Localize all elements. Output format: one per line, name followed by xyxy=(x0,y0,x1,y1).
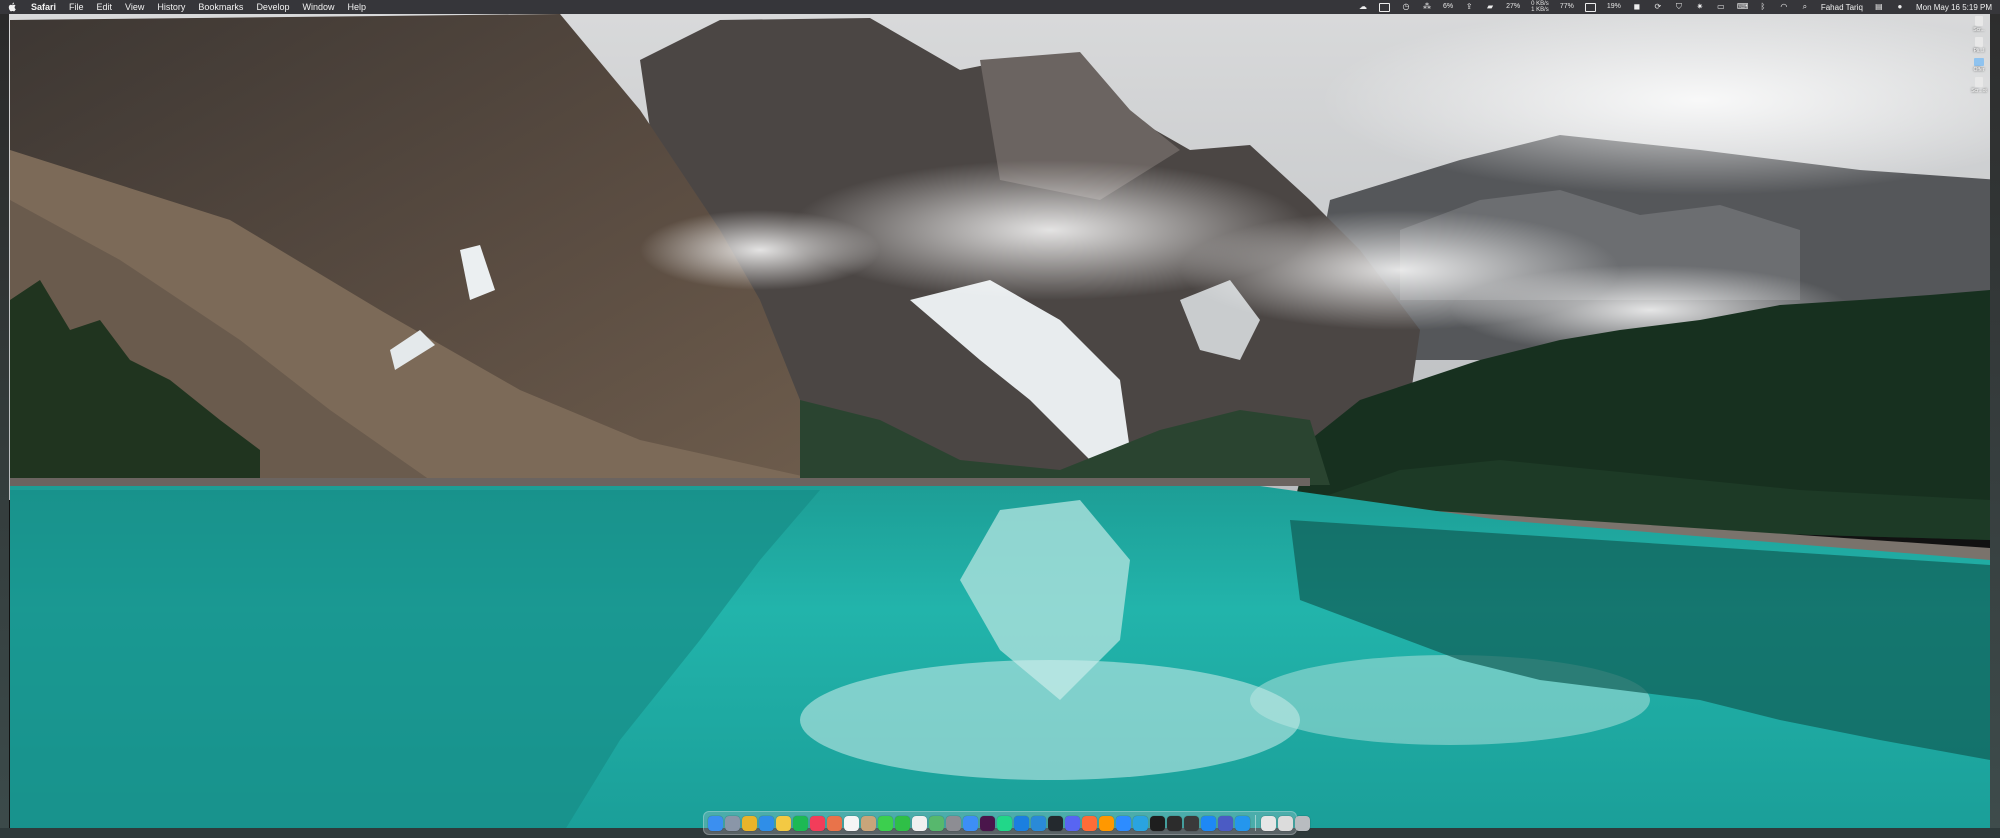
memory-stat[interactable]: 27% xyxy=(1506,3,1521,10)
dock xyxy=(703,811,1310,835)
desktop-file-label: Pli...l xyxy=(1973,48,1985,54)
desktop-file-label: Offer xyxy=(1973,67,1985,73)
memory-value: 27% xyxy=(1506,3,1521,10)
document-icon xyxy=(1975,37,1983,47)
telegram-icon[interactable] xyxy=(1133,815,1148,831)
menu-file[interactable]: File xyxy=(69,2,84,12)
menu-bar-status-area: ☁ ◷ ⁂ 6% ⇪ ▰ 27% 0 KB/s 1 KB/s 77% 19% ◼… xyxy=(1358,1,1992,13)
iterm-icon[interactable] xyxy=(1167,815,1182,831)
desktop-icons: Scr... Pli...l Offer Scr...ot xyxy=(1964,16,1994,94)
desktop-file-screenshot-2[interactable]: Scr...ot xyxy=(1964,77,1994,94)
calendar-icon[interactable] xyxy=(844,815,859,831)
docker-icon[interactable] xyxy=(1235,815,1250,831)
trash-icon[interactable] xyxy=(1295,815,1310,831)
desktop-file-label: Scr...ot xyxy=(1971,88,1987,94)
xcode-icon[interactable] xyxy=(1014,815,1029,831)
postman-icon[interactable] xyxy=(1082,815,1097,831)
photos-icon[interactable] xyxy=(827,815,842,831)
menu-view[interactable]: View xyxy=(125,2,144,12)
slack-icon[interactable] xyxy=(980,815,995,831)
documents-stack-icon[interactable] xyxy=(1278,815,1293,831)
siri-icon[interactable]: ● xyxy=(1895,3,1905,11)
messages-icon[interactable] xyxy=(878,815,893,831)
github-icon[interactable] xyxy=(1048,815,1063,831)
menu-history[interactable]: History xyxy=(157,2,185,12)
terminal-icon[interactable] xyxy=(1150,815,1165,831)
disk-value: 77% xyxy=(1559,3,1574,10)
chrome-icon[interactable] xyxy=(742,815,757,831)
control-center-icon[interactable]: ▤ xyxy=(1874,3,1884,11)
display-icon[interactable]: ▭ xyxy=(1716,3,1726,11)
finder-icon[interactable] xyxy=(708,815,723,831)
sync-icon[interactable]: ⟳ xyxy=(1653,3,1663,11)
pycharm-icon[interactable] xyxy=(997,815,1012,831)
desktop-file-label: Scr... xyxy=(1973,27,1985,33)
appstore-icon[interactable] xyxy=(1201,815,1216,831)
time-machine-icon[interactable]: ◷ xyxy=(1401,3,1411,11)
menu-bookmarks[interactable]: Bookmarks xyxy=(198,2,243,12)
settings-icon[interactable] xyxy=(946,815,961,831)
safari-icon[interactable] xyxy=(759,815,774,831)
downloads-stack-icon[interactable] xyxy=(1261,815,1276,831)
menu-window[interactable]: Window xyxy=(302,2,334,12)
apple-menu-icon[interactable] xyxy=(8,2,17,12)
desktop-folder-offer[interactable]: Offer xyxy=(1964,58,1994,73)
bluetooth-icon[interactable]: ᛒ xyxy=(1758,3,1768,11)
window-frame-left xyxy=(0,14,9,838)
notes-icon[interactable] xyxy=(776,815,791,831)
menu-app-name[interactable]: Safari xyxy=(31,2,56,12)
facetime-icon[interactable] xyxy=(895,815,910,831)
chat-icon[interactable]: ▰ xyxy=(1485,3,1495,11)
launchpad-icon[interactable] xyxy=(725,815,740,831)
cpu-usage-stat[interactable]: 6% xyxy=(1442,3,1454,10)
spotify-icon[interactable] xyxy=(793,815,808,831)
menu-bar: Safari File Edit View History Bookmarks … xyxy=(0,0,2000,14)
menu-clock[interactable]: Mon May 16 5:19 PM xyxy=(1916,3,1992,12)
menu-help[interactable]: Help xyxy=(347,2,366,12)
window-frame-right xyxy=(1990,14,2000,838)
discord-icon[interactable] xyxy=(1065,815,1080,831)
menu-bar-left: Safari File Edit View History Bookmarks … xyxy=(8,2,379,12)
reminders-icon[interactable] xyxy=(912,815,927,831)
battery-value: 19% xyxy=(1606,3,1621,10)
cpu-icon[interactable] xyxy=(1378,2,1390,12)
zoom-icon[interactable] xyxy=(1116,815,1131,831)
network-down-value: 1 KB/s xyxy=(1531,7,1549,13)
teams-icon[interactable] xyxy=(1218,815,1233,831)
spotlight-search-icon[interactable]: ⌕ xyxy=(1800,3,1810,11)
network-speed-stat[interactable]: 0 KB/s 1 KB/s xyxy=(1531,1,1549,13)
battery-stat[interactable]: 19% xyxy=(1606,3,1621,10)
vpn-shield-icon[interactable]: ⛉ xyxy=(1674,3,1684,11)
menu-develop[interactable]: Develop xyxy=(256,2,289,12)
menu-edit[interactable]: Edit xyxy=(97,2,113,12)
sublime-icon[interactable] xyxy=(1099,815,1114,831)
user-name[interactable]: Fahad Tariq xyxy=(1821,3,1863,12)
cpu-usage-value: 6% xyxy=(1442,3,1454,10)
desktop-file-2[interactable]: Pli...l xyxy=(1964,37,1994,54)
stop-icon[interactable]: ◼ xyxy=(1632,3,1642,11)
cloud-icon[interactable]: ☁ xyxy=(1358,3,1368,11)
keyboard-icon[interactable]: ⌨ xyxy=(1737,3,1749,11)
extension-icon[interactable]: ✷ xyxy=(1695,3,1705,11)
mail-icon[interactable] xyxy=(963,815,978,831)
document-icon xyxy=(1975,77,1983,87)
document-icon xyxy=(1975,16,1983,26)
sensor-icon[interactable] xyxy=(1584,2,1596,12)
disk-stat[interactable]: 77% xyxy=(1559,3,1574,10)
music-icon[interactable] xyxy=(810,815,825,831)
wifi-icon[interactable]: ◠ xyxy=(1779,3,1789,11)
desktop: Safari File Edit View History Bookmarks … xyxy=(0,0,2000,838)
maps-icon[interactable] xyxy=(929,815,944,831)
upload-icon[interactable]: ⇪ xyxy=(1464,3,1474,11)
dock-separator xyxy=(1255,815,1256,831)
vscode-icon[interactable] xyxy=(1031,815,1046,831)
desktop-wallpaper xyxy=(0,0,2000,838)
contacts-icon[interactable] xyxy=(861,815,876,831)
folder-icon xyxy=(1974,58,1984,66)
activity-icon[interactable] xyxy=(1184,815,1199,831)
desktop-file-screenshot-1[interactable]: Scr... xyxy=(1964,16,1994,33)
network-icon[interactable]: ⁂ xyxy=(1422,3,1432,11)
